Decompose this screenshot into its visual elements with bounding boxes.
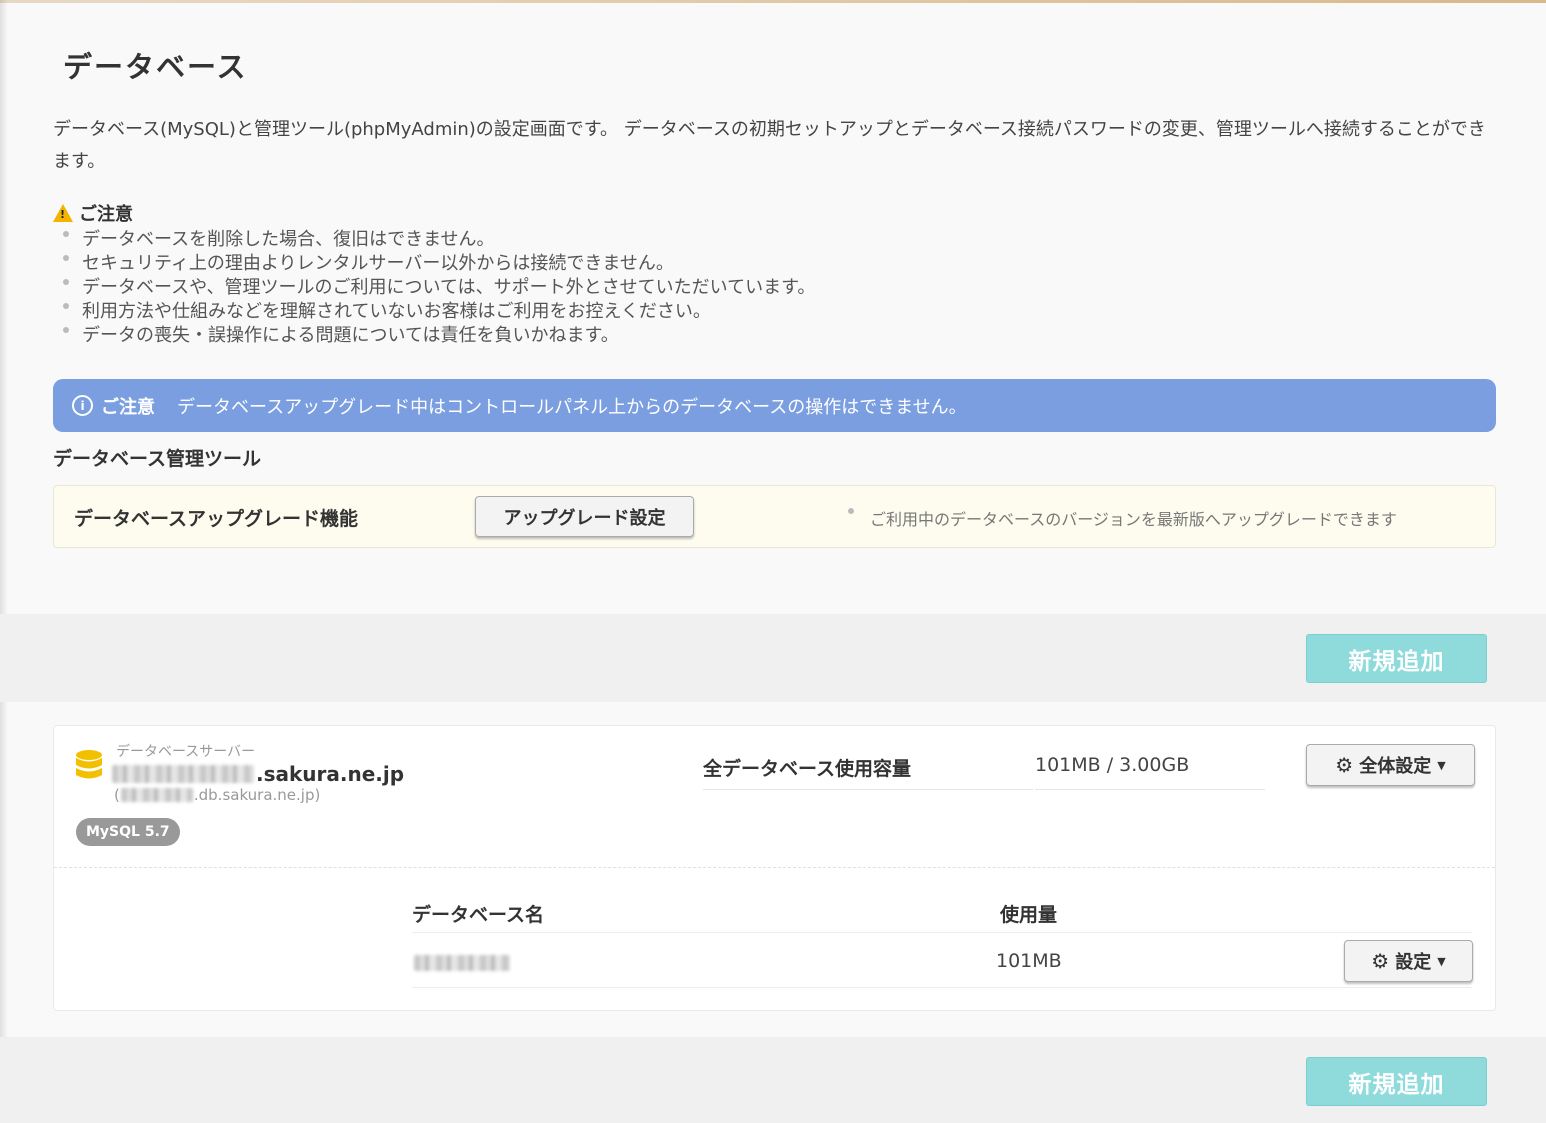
add-toolbar-top: 新規追加 xyxy=(0,614,1546,702)
upgrade-settings-button[interactable]: アップグレード設定 xyxy=(475,496,694,537)
top-accent-line xyxy=(0,0,1546,3)
upgrade-notice-bar: i ご注意 データベースアップグレード中はコントロールパネル上からのデータベース… xyxy=(53,379,1496,432)
page-title: データベース xyxy=(63,50,248,84)
column-header-db-name: データベース名 xyxy=(412,904,545,926)
server-host-suffix: .sakura.ne.jp xyxy=(256,762,405,786)
redacted-db-host xyxy=(120,788,193,802)
caution-heading: ! ご注意 xyxy=(53,200,133,226)
caution-item: 利用方法や仕組みなどを理解されていないお客様はご利用をお控えください。 xyxy=(60,300,815,324)
mysql-version-badge: MySQL 5.7 xyxy=(76,818,180,846)
add-new-button-bottom[interactable]: 新規追加 xyxy=(1306,1057,1487,1106)
database-icon xyxy=(76,750,102,779)
add-new-button-top[interactable]: 新規追加 xyxy=(1306,634,1487,683)
add-toolbar-bottom: 新規追加 xyxy=(0,1037,1546,1123)
upgrade-feature-label: データベースアップグレード機能 xyxy=(74,508,359,530)
tools-section-title: データベース管理ツール xyxy=(53,448,262,470)
caution-item: セキュリティ上の理由よりレンタルサーバー以外からは接続できません。 xyxy=(60,252,815,276)
card-divider xyxy=(54,867,1495,868)
notice-text: データベースアップグレード中はコントロールパネル上からのデータベースの操作はでき… xyxy=(177,396,967,418)
upgrade-note: ご利用中のデータベースのバージョンを最新版へアップグレードできます xyxy=(848,506,1397,530)
warning-icon: ! xyxy=(53,204,73,222)
upgrade-panel: データベースアップグレード機能 アップグレード設定 ご利用中のデータベースのバー… xyxy=(53,485,1496,548)
server-hostname: .sakura.ne.jp xyxy=(112,762,404,786)
database-server-card: データベースサーバー .sakura.ne.jp ( .db.sakura.ne… xyxy=(53,725,1496,1011)
gear-icon: ⚙ xyxy=(1335,753,1354,777)
notice-label: ご注意 xyxy=(101,396,155,418)
left-edge-shadow xyxy=(0,0,8,1123)
upgrade-note-text: ご利用中のデータベースのバージョンを最新版へアップグレードできます xyxy=(870,510,1397,529)
server-sub-suffix: .db.sakura.ne.jp) xyxy=(193,786,321,804)
caution-item: データの喪失・誤操作による問題については責任を負いかねます。 xyxy=(60,324,815,348)
caution-item: データベースや、管理ツールのご利用については、サポート外とさせていただいています… xyxy=(60,276,815,300)
redacted-hostname xyxy=(112,765,254,783)
all-settings-button[interactable]: ⚙ 全体設定 ▼ xyxy=(1306,744,1475,786)
redacted-db-name xyxy=(414,955,510,971)
caution-item: データベースを削除した場合、復旧はできません。 xyxy=(60,228,815,252)
intro-text: データベース(MySQL)と管理ツール(phpMyAdmin)の設定画面です。 … xyxy=(53,119,1486,172)
gear-icon: ⚙ xyxy=(1371,949,1390,973)
column-header-usage: 使用量 xyxy=(1000,904,1058,926)
chevron-down-icon: ▼ xyxy=(1437,954,1446,968)
server-db-hostname: ( .db.sakura.ne.jp) xyxy=(114,786,320,804)
db-settings-label: 設定 xyxy=(1395,952,1432,973)
caution-heading-label: ご注意 xyxy=(79,204,133,225)
table-row-divider xyxy=(412,987,1472,988)
table-header-divider xyxy=(412,932,1472,933)
total-usage-value: 101MB / 3.00GB xyxy=(1035,754,1265,790)
server-sub-prefix: ( xyxy=(114,786,120,804)
all-settings-label: 全体設定 xyxy=(1359,756,1432,777)
chevron-down-icon: ▼ xyxy=(1437,758,1446,772)
total-usage-label: 全データベース使用容量 xyxy=(703,754,1033,790)
info-icon: i xyxy=(72,395,93,416)
server-caption: データベースサーバー xyxy=(116,744,256,760)
db-usage-value: 101MB xyxy=(996,950,1062,972)
caution-list: データベースを削除した場合、復旧はできません。 セキュリティ上の理由よりレンタル… xyxy=(60,228,815,348)
db-settings-button[interactable]: ⚙ 設定 ▼ xyxy=(1344,940,1473,982)
